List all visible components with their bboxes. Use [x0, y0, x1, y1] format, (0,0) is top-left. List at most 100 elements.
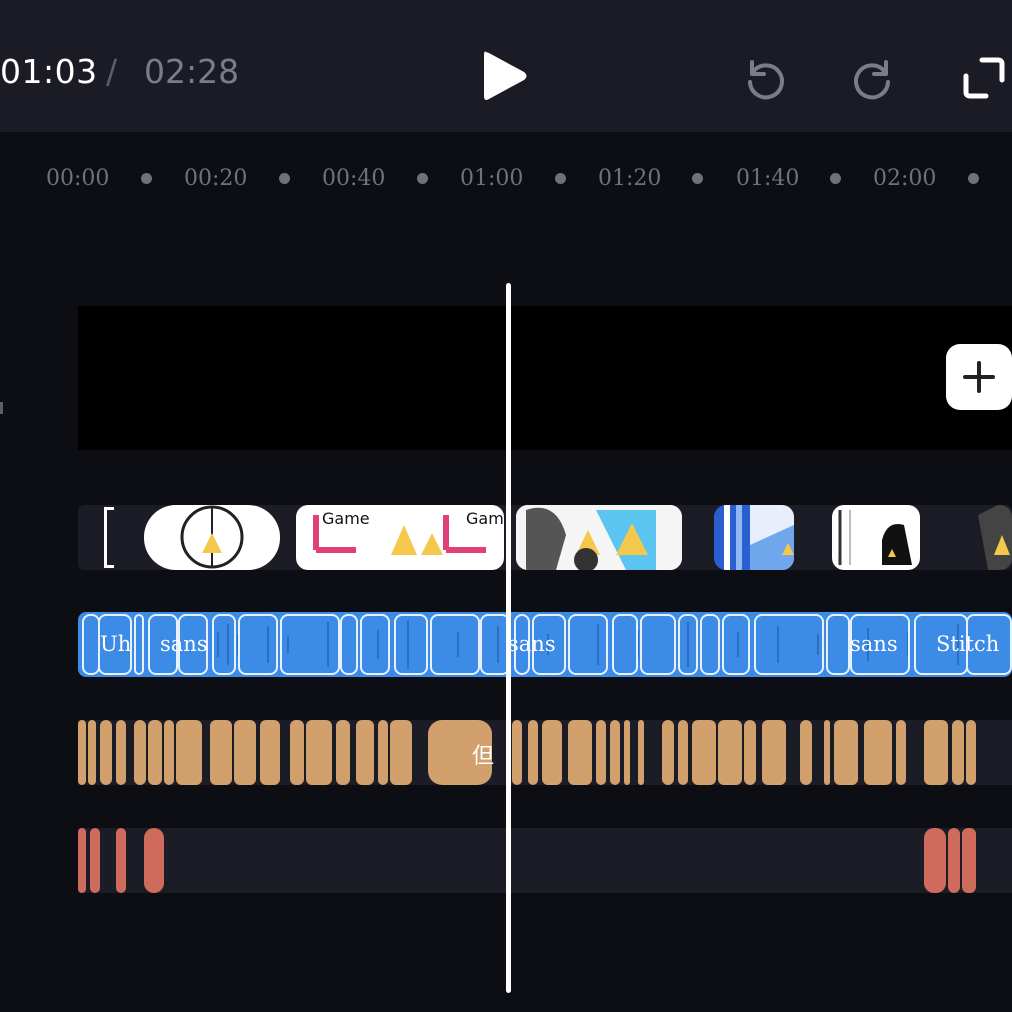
effect-clip[interactable]: [90, 828, 100, 893]
audio-clip[interactable]: [394, 614, 428, 675]
caption-clip[interactable]: [390, 720, 412, 785]
clip-title: Game: [322, 509, 370, 528]
caption-clip[interactable]: [100, 720, 112, 785]
audio-track[interactable]: Uh sans sans sans Stitch: [78, 612, 1012, 677]
caption-clip[interactable]: [762, 720, 786, 785]
caption-clip[interactable]: [176, 720, 202, 785]
caption-clip[interactable]: [290, 720, 304, 785]
caption-track[interactable]: 但: [78, 720, 1012, 785]
effect-clip[interactable]: [924, 828, 946, 893]
audio-clip[interactable]: [340, 614, 358, 675]
audio-clip[interactable]: [212, 614, 236, 675]
caption-clip[interactable]: [896, 720, 906, 785]
effect-clip[interactable]: [948, 828, 960, 893]
caption-clip[interactable]: [356, 720, 374, 785]
audio-clip[interactable]: [280, 614, 340, 675]
caption-clip[interactable]: [134, 720, 146, 785]
caption-clip[interactable]: [596, 720, 606, 785]
caption-clip[interactable]: [678, 720, 688, 785]
timeline-ruler[interactable]: 00:00 00:20 00:40 01:00 01:20 01:40 02:0…: [0, 160, 1012, 200]
caption-clip[interactable]: [148, 720, 162, 785]
effect-clip[interactable]: [962, 828, 976, 893]
audio-clip[interactable]: [640, 614, 676, 675]
redo-icon[interactable]: [850, 52, 898, 100]
image-clip-track[interactable]: Game Gam: [78, 505, 1012, 570]
caption-clip[interactable]: [306, 720, 332, 785]
effect-clip[interactable]: [78, 828, 86, 893]
image-clip[interactable]: [100, 505, 120, 570]
ruler-dot: [141, 173, 152, 184]
caption-clip[interactable]: [234, 720, 256, 785]
caption-clip[interactable]: [924, 720, 948, 785]
audio-clip[interactable]: [722, 614, 750, 675]
ruler-tick-label: 00:20: [184, 166, 248, 191]
audio-clip-label: Stitch: [936, 632, 1000, 656]
ruler-dot: [830, 173, 841, 184]
caption-clip[interactable]: [692, 720, 716, 785]
fullscreen-icon[interactable]: [960, 54, 1008, 102]
caption-clip[interactable]: [800, 720, 812, 785]
add-clip-button[interactable]: [946, 344, 1012, 410]
image-clip[interactable]: [144, 505, 280, 570]
warning-image-icon: [180, 505, 244, 569]
caption-clip[interactable]: [78, 720, 86, 785]
caption-clip[interactable]: [638, 720, 644, 785]
audio-clip[interactable]: [238, 614, 278, 675]
image-clip[interactable]: [714, 505, 794, 570]
caption-clip[interactable]: 但: [428, 720, 494, 785]
audio-clip[interactable]: [134, 614, 144, 675]
caption-clip[interactable]: [88, 720, 96, 785]
image-clip[interactable]: [516, 505, 682, 570]
main-video-track[interactable]: [78, 306, 1012, 450]
caption-clip[interactable]: [512, 720, 522, 785]
image-clip[interactable]: [832, 505, 920, 570]
caption-clip[interactable]: [210, 720, 232, 785]
clip-title: Gam: [466, 509, 504, 528]
caption-clip[interactable]: [336, 720, 350, 785]
caption-clip[interactable]: [966, 720, 976, 785]
caption-clip[interactable]: [260, 720, 280, 785]
ruler-tick-label: 01:40: [736, 166, 800, 191]
caption-clip[interactable]: [610, 720, 620, 785]
effect-track[interactable]: [78, 828, 1012, 893]
caption-clip[interactable]: [718, 720, 742, 785]
caption-clip[interactable]: [568, 720, 592, 785]
playhead[interactable]: [506, 283, 511, 993]
ruler-tick-label: 01:20: [598, 166, 662, 191]
edge-marker: [0, 402, 3, 414]
caption-clip[interactable]: [528, 720, 538, 785]
ruler-tick-label: 00:40: [322, 166, 386, 191]
caption-clip[interactable]: [116, 720, 126, 785]
caption-clip[interactable]: [744, 720, 756, 785]
ruler-tick-label: 00:00: [46, 166, 110, 191]
caption-clip[interactable]: [864, 720, 892, 785]
caption-clip[interactable]: [624, 720, 630, 785]
caption-clip[interactable]: [824, 720, 830, 785]
playback-header: 01:03 / 02:28: [0, 0, 1012, 132]
audio-clip[interactable]: [568, 614, 608, 675]
undo-icon[interactable]: [740, 52, 788, 100]
effect-clip[interactable]: [116, 828, 126, 893]
ruler-dot: [968, 173, 979, 184]
play-icon[interactable]: [480, 48, 530, 104]
ruler-dot: [555, 173, 566, 184]
caption-clip[interactable]: [834, 720, 858, 785]
warning-image-icon: [838, 510, 912, 565]
audio-clip[interactable]: [754, 614, 824, 675]
caption-clip[interactable]: [662, 720, 674, 785]
ruler-dot: [417, 173, 428, 184]
audio-clip[interactable]: [430, 614, 480, 675]
image-clip[interactable]: Game Gam: [296, 505, 504, 570]
caption-clip[interactable]: [164, 720, 174, 785]
caption-clip[interactable]: [542, 720, 562, 785]
audio-clip[interactable]: [360, 614, 390, 675]
audio-clip-label: sans: [508, 632, 556, 656]
caption-clip[interactable]: [378, 720, 388, 785]
audio-clip[interactable]: [612, 614, 638, 675]
caption-clip[interactable]: [952, 720, 964, 785]
audio-clip[interactable]: [678, 614, 698, 675]
audio-clip[interactable]: [826, 614, 850, 675]
image-clip[interactable]: [978, 505, 1012, 570]
audio-clip[interactable]: [700, 614, 720, 675]
effect-clip[interactable]: [144, 828, 164, 893]
